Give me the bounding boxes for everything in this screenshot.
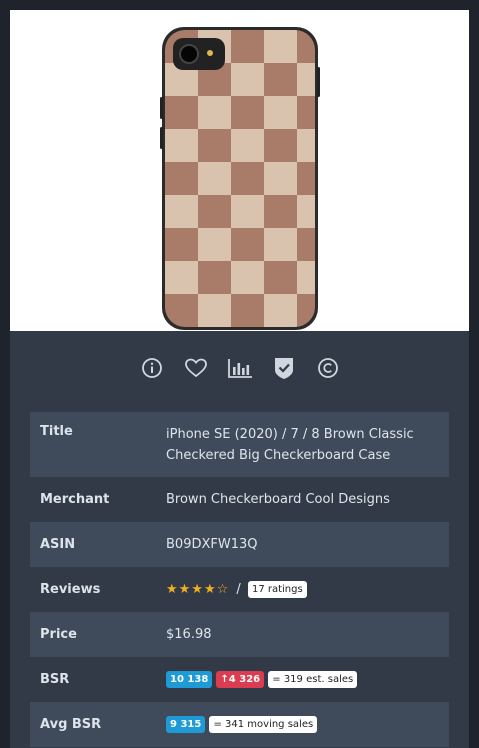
reviews-separator: /: [236, 582, 241, 597]
heart-icon[interactable]: [183, 355, 209, 381]
phone-case-image: [160, 27, 320, 330]
checkerboard-pattern: [165, 30, 315, 327]
bsr-est-sales-badge: = 319 est. sales: [268, 671, 358, 688]
row-merchant: Merchant Brown Checkerboard Cool Designs: [30, 477, 449, 522]
row-reviews: Reviews ★★★★☆ / 17 ratings: [30, 567, 449, 612]
title-label: Title: [40, 424, 73, 439]
shield-check-icon[interactable]: [271, 355, 297, 381]
info-icon[interactable]: [139, 355, 165, 381]
bsr-value: 10 138 ↑4 326 = 319 est. sales: [166, 669, 439, 690]
avg-bsr-value: 9 315 = 341 moving sales: [166, 714, 439, 735]
camera-module: [173, 38, 225, 70]
asin-value: B09DXFW13Q: [166, 537, 258, 552]
volume-button: [160, 127, 163, 149]
camera-lens: [179, 44, 199, 64]
bsr-rank-badge: 10 138: [166, 671, 213, 688]
action-bar: [10, 355, 469, 381]
avg-bsr-moving-sales-badge: = 341 moving sales: [209, 716, 318, 733]
ratings-count-badge: 17 ratings: [247, 581, 307, 598]
product-image[interactable]: [10, 10, 469, 331]
copyright-icon[interactable]: [315, 355, 341, 381]
chart-icon[interactable]: [227, 355, 253, 381]
row-bsr: BSR 10 138 ↑4 326 = 319 est. sales: [30, 657, 449, 702]
asin-label: ASIN: [40, 537, 76, 552]
bsr-label: BSR: [40, 672, 70, 687]
star-rating: ★★★★☆: [166, 582, 230, 597]
product-title-link[interactable]: iPhone SE (2020) / 7 / 8 Brown Classic C…: [166, 424, 439, 466]
bsr-change-badge: ↑4 326: [216, 671, 265, 688]
volume-button: [160, 97, 163, 119]
merchant-link[interactable]: Brown Checkerboard Cool Designs: [166, 489, 439, 510]
row-avg-bsr: Avg BSR 9 315 = 341 moving sales: [30, 702, 449, 747]
avg-bsr-rank-badge: 9 315: [166, 716, 206, 733]
camera-flash: [207, 50, 213, 56]
power-button: [317, 67, 320, 97]
merchant-label: Merchant: [40, 492, 110, 507]
row-asin: ASIN B09DXFW13Q: [30, 522, 449, 567]
product-card: Title iPhone SE (2020) / 7 / 8 Brown Cla…: [10, 10, 469, 748]
reviews-label: Reviews: [40, 582, 101, 597]
price-label: Price: [40, 627, 77, 642]
avg-bsr-label: Avg BSR: [40, 717, 102, 732]
reviews-value: ★★★★☆ / 17 ratings: [166, 579, 439, 600]
row-price: Price $16.98: [30, 612, 449, 657]
product-details-table: Title iPhone SE (2020) / 7 / 8 Brown Cla…: [30, 412, 449, 747]
price-value: $16.98: [166, 627, 212, 642]
row-title: Title iPhone SE (2020) / 7 / 8 Brown Cla…: [30, 412, 449, 477]
